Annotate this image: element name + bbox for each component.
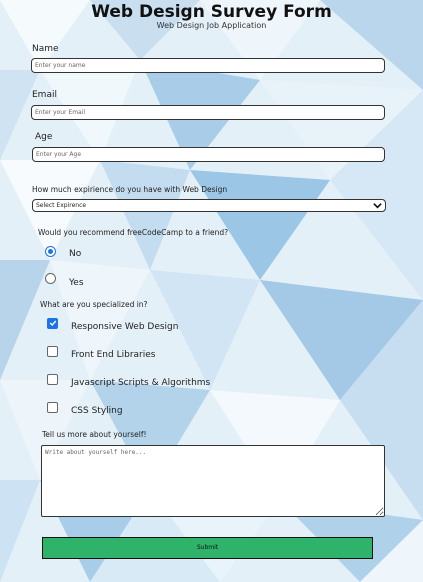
recommend-no-radio[interactable] [45,246,56,257]
specialized-fel-label: Front End Libraries [71,350,156,360]
specialized-css-label: CSS Styling [71,406,123,416]
experience-select[interactable]: Select Expirence [32,199,386,212]
age-input[interactable] [32,147,385,162]
name-label: Name [32,44,59,54]
specialized-fel-checkbox[interactable] [47,346,58,357]
chevron-down-icon [373,203,382,209]
recommend-question: Would you recommend freeCodeCamp to a fr… [38,228,229,237]
name-input[interactable] [31,58,385,73]
specialized-js-checkbox[interactable] [47,374,58,385]
age-label: Age [35,132,53,142]
about-textarea[interactable] [41,445,385,517]
survey-form: Web Design Survey Form Web Design Job Ap… [0,0,423,582]
checkmark-icon [49,320,57,327]
specialized-rwd-checkbox[interactable] [47,318,58,329]
email-input[interactable] [31,105,385,120]
recommend-yes-radio[interactable] [45,273,56,284]
recommend-no-label: No [69,249,82,259]
page-title: Web Design Survey Form [91,2,332,22]
experience-label: How much expirience do you have with Web… [32,185,228,194]
specialized-css-checkbox[interactable] [47,402,58,413]
page-subtitle: Web Design Job Application [156,21,267,30]
specialized-js-label: Javascript Scripts & Algorithms [71,378,211,388]
recommend-yes-label: Yes [69,278,84,288]
experience-selected-value: Select Expirence [36,202,87,209]
submit-button[interactable]: Submit [42,537,373,559]
specialized-rwd-label: Responsive Web Design [71,322,179,332]
email-label: Email [32,90,57,100]
about-label: Tell us more about yourself! [42,430,147,439]
specialized-question: What are you specialized in? [40,300,148,309]
